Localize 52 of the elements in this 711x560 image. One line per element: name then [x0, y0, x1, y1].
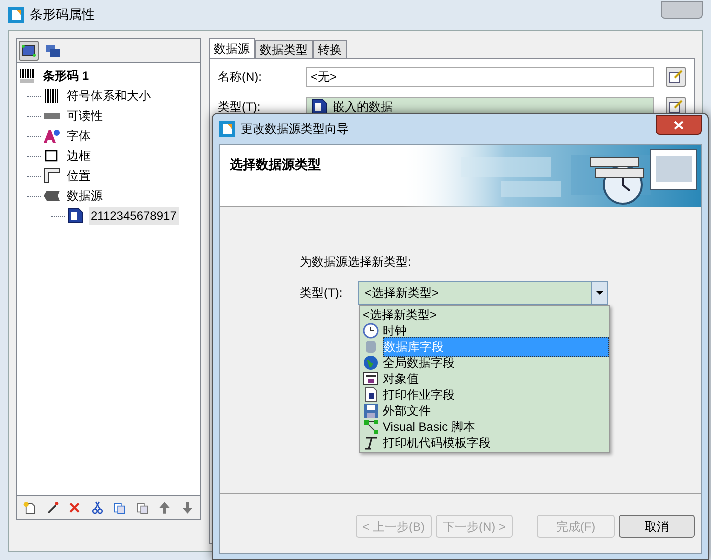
barcode-icon — [43, 88, 61, 104]
dropdown-option[interactable]: 对象值 — [383, 370, 419, 388]
combo-label: 类型(T): — [300, 285, 344, 302]
font-icon — [43, 128, 61, 144]
edit-button[interactable] — [666, 67, 686, 87]
globe-icon — [363, 355, 379, 371]
barcode-icon — [19, 68, 37, 84]
close-icon — [674, 120, 684, 130]
document-icon — [67, 208, 85, 224]
tree-item[interactable]: 边框 — [65, 147, 93, 165]
network-icon — [363, 419, 379, 435]
caret-icon — [596, 291, 604, 295]
tree-item[interactable]: 字体 — [65, 127, 93, 145]
window-title: 条形码属性 — [30, 6, 95, 24]
tree-item[interactable]: 符号体系和大小 — [65, 87, 153, 105]
tree-item[interactable]: 位置 — [65, 167, 93, 185]
wizard-button[interactable]: 取消 — [619, 515, 695, 538]
dropdown-option[interactable]: 时钟 — [383, 322, 407, 340]
dropdown-option[interactable]: <选择新类型> — [363, 306, 438, 324]
dropdown-option[interactable]: 打印作业字段 — [383, 386, 455, 404]
object-icon — [363, 371, 379, 387]
tree-item[interactable]: 数据源 — [65, 187, 105, 205]
app-logo-icon — [219, 121, 235, 137]
dropdown-option[interactable]: Visual Basic 脚本 — [383, 418, 476, 436]
wizard-heading: 选择数据源类型 — [230, 157, 321, 172]
italic-t-icon — [363, 435, 379, 451]
prompt-text: 为数据源选择新类型: — [300, 254, 412, 271]
input-field[interactable]: <无> — [306, 67, 654, 87]
new-document-icon[interactable] — [23, 500, 36, 516]
tree-item[interactable]: 2112345678917 — [89, 207, 179, 225]
arrow-down-icon[interactable] — [180, 500, 194, 516]
document-icon — [311, 99, 329, 115]
clock-icon — [363, 323, 379, 339]
tag-icon — [43, 188, 61, 204]
arrow-up-icon[interactable] — [158, 500, 172, 516]
dropdown-option[interactable]: 外部文件 — [383, 402, 431, 420]
dropdown-option[interactable]: 打印机代码模板字段 — [383, 434, 491, 452]
app-logo-icon — [8, 7, 24, 23]
field-label: 类型(T): — [218, 99, 262, 116]
tab[interactable]: 数据类型 — [255, 40, 313, 58]
magic-wand-icon[interactable] — [46, 500, 59, 516]
document-icon — [363, 387, 379, 403]
tree-item[interactable]: 条形码 1 — [41, 67, 92, 85]
dropdown-option[interactable]: 全局数据字段 — [383, 354, 455, 372]
dialog-title: 更改数据源类型向导 — [241, 121, 349, 138]
scissors-icon[interactable] — [90, 500, 104, 516]
object-select-button[interactable] — [19, 41, 39, 61]
close-button[interactable] — [656, 115, 702, 135]
tree-item[interactable]: 可读性 — [65, 107, 105, 125]
field-label: 名称(N): — [218, 69, 263, 86]
tab[interactable]: 数据源 — [209, 38, 255, 58]
tab[interactable]: 转换 — [313, 40, 347, 58]
